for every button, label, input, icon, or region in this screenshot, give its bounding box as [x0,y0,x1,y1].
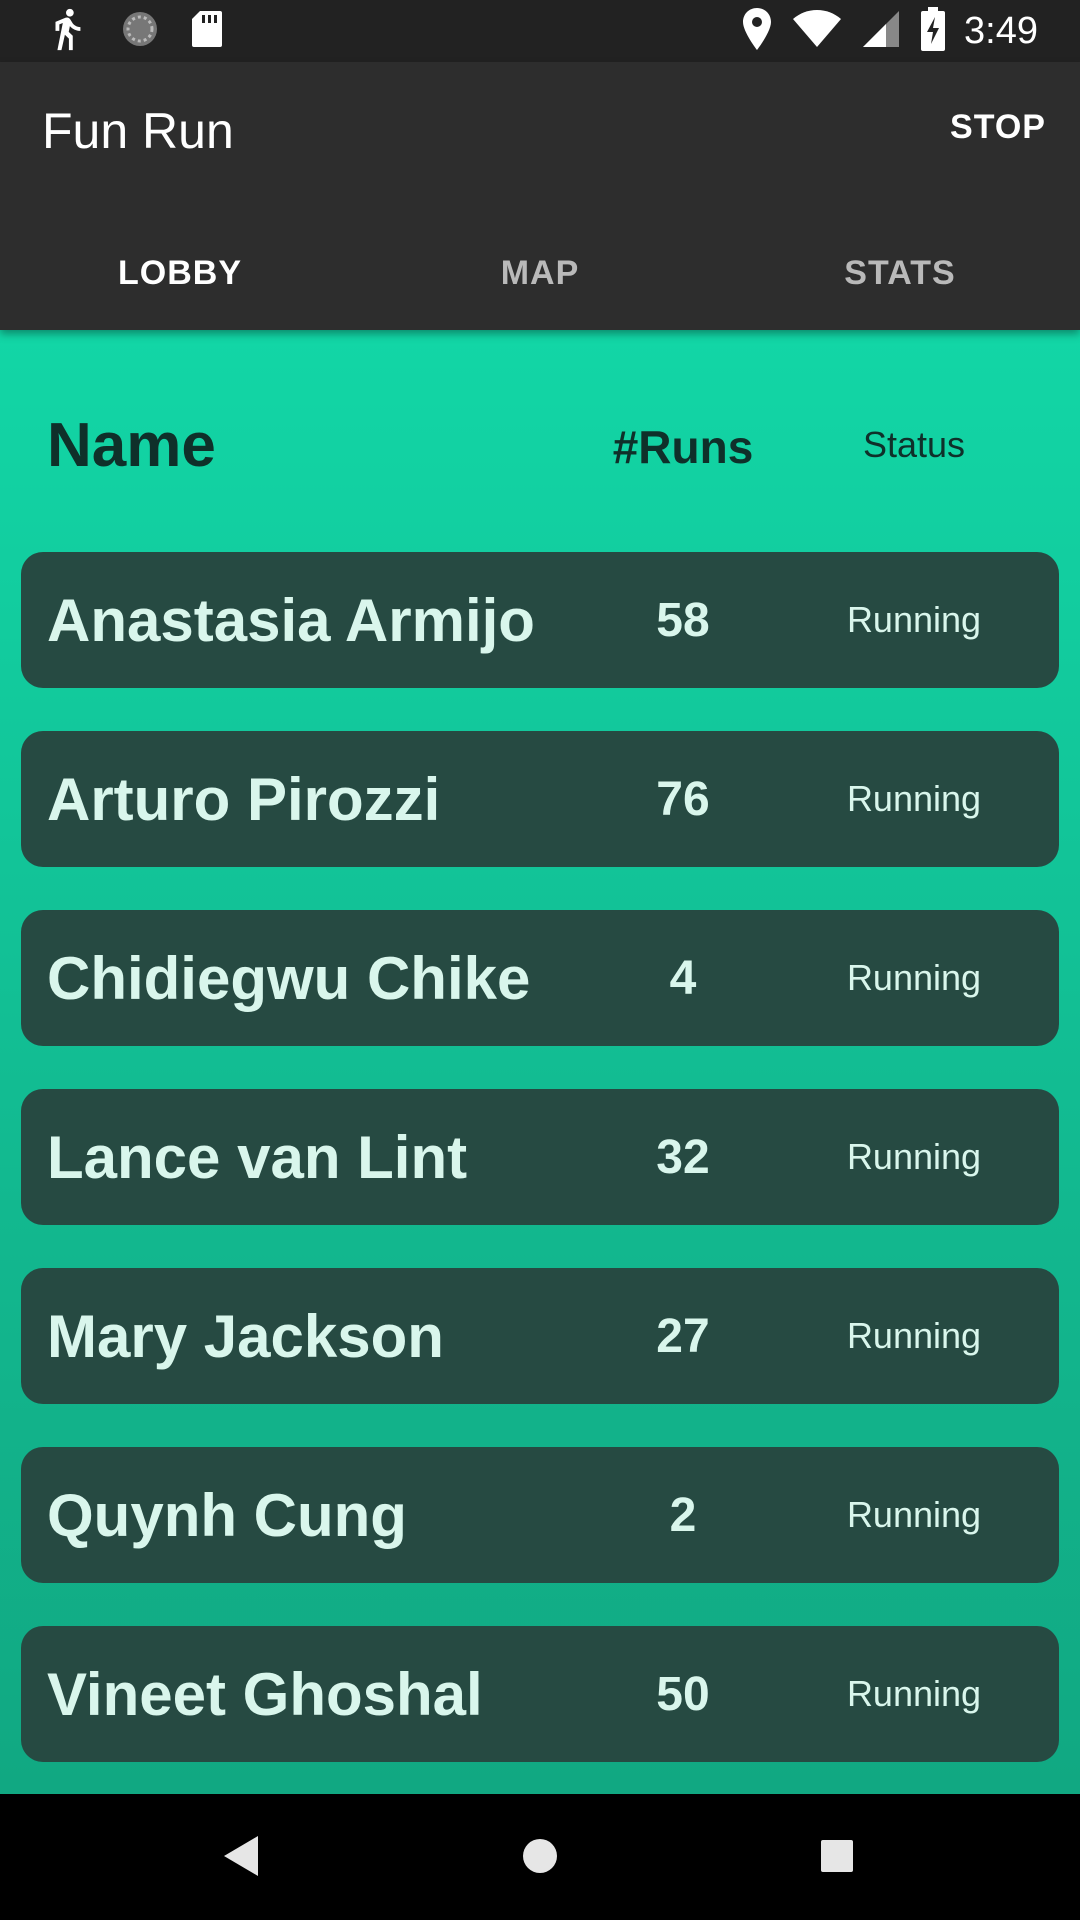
tab-stats[interactable]: STATS [720,230,1080,330]
battery-charging-icon [920,6,946,56]
runner-row[interactable]: Arturo Pirozzi 76 Running [21,731,1059,867]
running-figure-icon [44,6,90,57]
app-title: Fun Run [42,103,234,159]
runner-list[interactable]: Anastasia Armijo 58 Running Arturo Piroz… [21,552,1059,1805]
runner-name: Chidiegwu Chike [47,944,531,1012]
runner-runs: 50 [656,1667,710,1721]
wifi-icon [792,9,842,54]
runner-name: Arturo Pirozzi [47,765,441,833]
status-bar-right: 3:49 [722,6,1038,56]
runner-status: Running [846,1494,982,1535]
navigation-bar [0,1794,1080,1920]
back-icon[interactable] [210,1824,274,1888]
runner-row[interactable]: Quynh Cung 2 Running [21,1447,1059,1583]
sync-circle-icon [120,9,160,54]
runner-status: Running [846,599,982,640]
header-runs: #Runs [612,421,754,473]
runner-name: Lance van Lint [47,1123,468,1191]
lobby-panel: Name #Runs Status Anastasia Armijo 58 Ru… [0,330,1080,1794]
location-pin-icon [742,7,772,55]
runner-row[interactable]: Anastasia Armijo 58 Running [21,552,1059,688]
app-bar: Fun Run STOP LOBBY MAP STATS [0,62,1080,330]
recents-icon[interactable] [805,1824,869,1888]
runner-status: Running [846,1673,982,1714]
status-time: 3:49 [964,9,1038,52]
sd-card-icon [190,9,224,54]
runner-name: Mary Jackson [47,1302,444,1370]
runner-status: Running [846,1136,982,1177]
runner-runs: 4 [669,951,697,1005]
header-name: Name [47,411,216,480]
runner-status: Running [846,957,982,998]
signal-icon [862,10,900,53]
runner-row[interactable]: Mary Jackson 27 Running [21,1268,1059,1404]
runner-runs: 32 [656,1130,710,1184]
tab-map[interactable]: MAP [360,230,720,330]
home-icon[interactable] [508,1824,572,1888]
runner-status: Running [846,778,982,819]
status-bar-left [44,6,254,57]
runner-name: Quynh Cung [47,1481,407,1549]
table-header: Name #Runs Status [0,330,1080,550]
stop-button[interactable]: STOP [950,108,1046,147]
runner-runs: 76 [656,772,710,826]
runner-runs: 2 [669,1488,697,1542]
tab-lobby[interactable]: LOBBY [0,230,360,330]
runner-row[interactable]: Lance van Lint 32 Running [21,1089,1059,1225]
runner-row[interactable]: Vineet Ghoshal 50 Running [21,1626,1059,1762]
runner-runs: 58 [656,593,710,647]
header-status: Status [862,424,966,465]
runner-status: Running [846,1315,982,1356]
status-bar: 3:49 [0,0,1080,62]
runner-runs: 27 [656,1309,710,1363]
runner-name: Anastasia Armijo [47,586,535,654]
runner-row[interactable]: Chidiegwu Chike 4 Running [21,910,1059,1046]
tab-bar: LOBBY MAP STATS [0,230,1080,330]
runner-name: Vineet Ghoshal [47,1660,483,1728]
